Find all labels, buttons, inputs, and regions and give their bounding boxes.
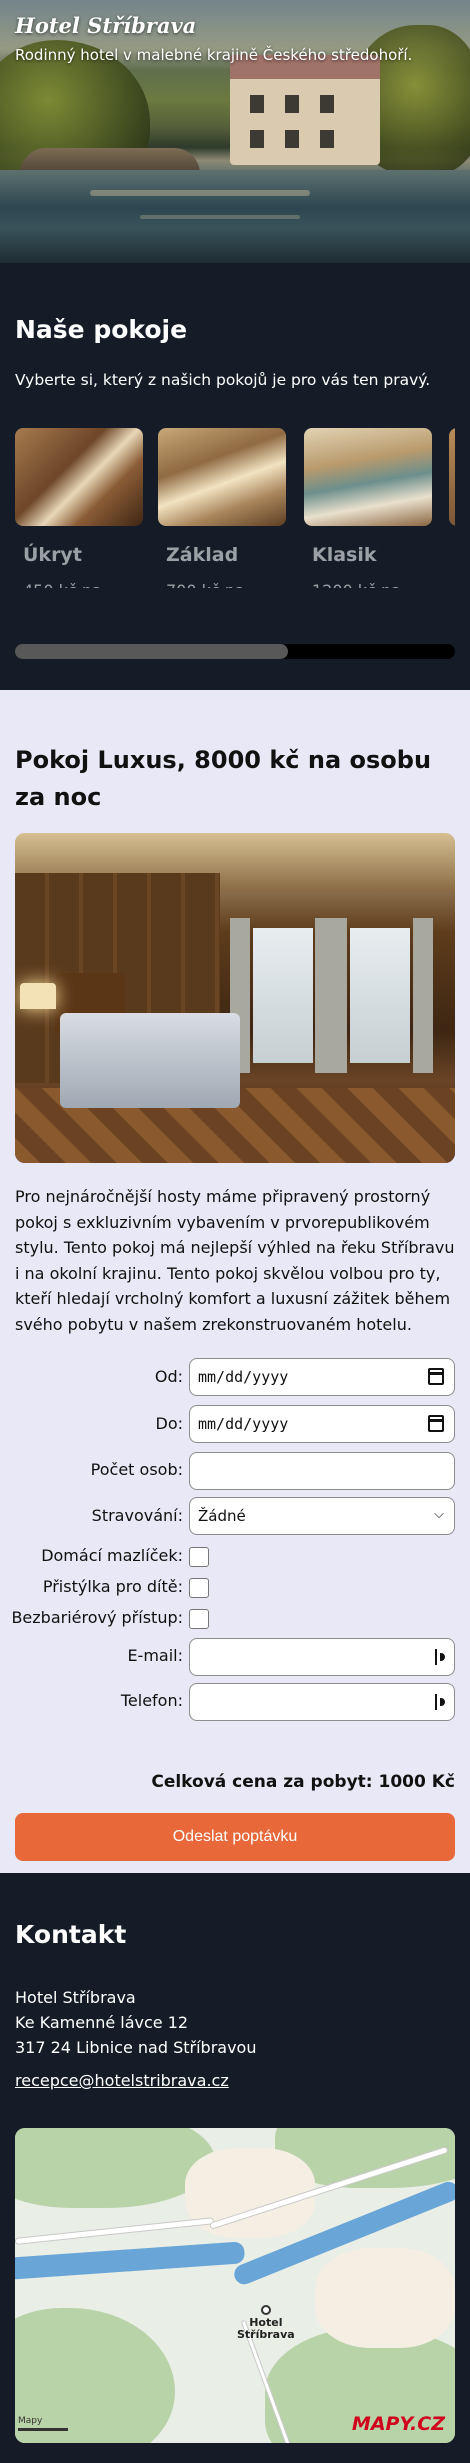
map-pin-icon xyxy=(260,2305,271,2315)
rooms-title: Naše pokoje xyxy=(15,315,188,344)
calendar-icon[interactable] xyxy=(428,1368,444,1385)
row-to: Do: mm/dd/yyyy xyxy=(0,1405,470,1445)
board-label: Stravování: xyxy=(91,1506,183,1525)
submit-inquiry-button[interactable]: Odeslat poptávku xyxy=(15,1813,455,1861)
luxury-section: Pokoj Luxus, 8000 kč na osobu za noc Pro… xyxy=(0,690,470,1873)
total-price: Celková cena za pobyt: 1000 Kč xyxy=(151,1772,455,1792)
room-photo xyxy=(15,428,143,526)
pet-label: Domácí mazlíček: xyxy=(41,1546,183,1565)
map-scale: Mapy xyxy=(18,2416,68,2431)
phone-input[interactable] xyxy=(189,1683,455,1721)
to-date-input[interactable]: mm/dd/yyyy xyxy=(189,1405,455,1443)
rooms-lead: Vyberte si, který z našich pokojů je pro… xyxy=(15,371,431,389)
carousel-scrollbar[interactable] xyxy=(15,644,455,659)
luxury-room-photo xyxy=(15,833,455,1163)
row-persons: Počet osob: xyxy=(0,1452,470,1492)
to-label: Do: xyxy=(155,1414,184,1433)
room-card-zaklad[interactable]: Základ 700 kč na osobu xyxy=(158,428,286,588)
email-label: E-mail: xyxy=(127,1646,183,1665)
persons-label: Počet osob: xyxy=(90,1460,183,1479)
persons-input[interactable] xyxy=(189,1452,455,1490)
row-from: Od: mm/dd/yyyy xyxy=(0,1358,470,1398)
calendar-icon[interactable] xyxy=(428,1415,444,1432)
room-name: Základ xyxy=(166,544,239,566)
phone-label: Telefon: xyxy=(120,1691,183,1710)
from-label: Od: xyxy=(154,1367,183,1386)
chevron-down-icon: ⌵ xyxy=(434,1507,444,1522)
crib-label: Přistýlka pro dítě: xyxy=(42,1577,183,1596)
room-card-ukryt[interactable]: Úkryt 450 kč na osobu xyxy=(15,428,143,588)
luxury-description: Pro nejnáročnější hosty máme připravený … xyxy=(15,1187,455,1334)
room-card-klasik[interactable]: Klasik 1200 kč na osobu xyxy=(304,428,432,588)
location-map[interactable]: Hotel Stříbrava Mapy MAPY.CZ xyxy=(15,2128,455,2443)
room-name: Úkryt xyxy=(23,544,82,566)
from-date-input[interactable]: mm/dd/yyyy xyxy=(189,1358,455,1396)
room-price: 1200 kč na osobu xyxy=(312,578,412,588)
board-select[interactable]: Žádné ⌵ xyxy=(189,1497,455,1535)
map-river xyxy=(15,2241,246,2280)
room-carousel[interactable]: Úkryt 450 kč na osobu Základ 700 kč na o… xyxy=(15,428,455,588)
contact-title: Kontakt xyxy=(15,1920,127,1949)
hero-section: Hotel Stříbrava Rodinný hotel v malebné … xyxy=(0,0,470,263)
row-phone: Telefon: xyxy=(0,1683,470,1723)
site-subtitle: Rodinný hotel v malebné krajině Českého … xyxy=(15,46,413,64)
room-price: 700 kč na osobu xyxy=(166,578,266,588)
room-photo xyxy=(158,428,286,526)
row-board: Stravování: Žádné ⌵ xyxy=(0,1497,470,1537)
room-photo xyxy=(304,428,432,526)
room-photo xyxy=(449,428,455,526)
password-manager-icon[interactable] xyxy=(433,1694,447,1710)
contact-section: Kontakt Hotel Stříbrava Ke Kamenné lávce… xyxy=(0,1873,470,2463)
room-price: 450 kč na osobu xyxy=(23,578,123,588)
password-manager-icon[interactable] xyxy=(433,1649,447,1665)
contact-address: Hotel Stříbrava Ke Kamenné lávce 12 317 … xyxy=(15,1988,257,2057)
crib-checkbox[interactable] xyxy=(189,1578,209,1598)
hero-hotel-building xyxy=(230,55,380,165)
luxury-title: Pokoj Luxus, 8000 kč na osobu za noc xyxy=(15,746,432,811)
site-title: Hotel Stříbrava xyxy=(15,13,197,38)
room-name: Klasik xyxy=(312,544,377,566)
room-card-partial[interactable] xyxy=(449,428,455,526)
mapy-logo[interactable]: MAPY.CZ xyxy=(352,2413,445,2435)
rooms-section: Naše pokoje Vyberte si, který z našich p… xyxy=(0,263,470,690)
carousel-scrollbar-thumb[interactable] xyxy=(15,644,288,659)
barrierfree-label: Bezbariérový přístup: xyxy=(11,1608,183,1627)
map-hotel-marker[interactable]: Hotel Stříbrava xyxy=(237,2305,295,2341)
pet-checkbox[interactable] xyxy=(189,1547,209,1567)
barrierfree-checkbox[interactable] xyxy=(189,1609,209,1629)
row-email: E-mail: xyxy=(0,1638,470,1678)
email-input[interactable] xyxy=(189,1638,455,1676)
contact-email-link[interactable]: recepce@hotelstribrava.cz xyxy=(15,2071,229,2090)
